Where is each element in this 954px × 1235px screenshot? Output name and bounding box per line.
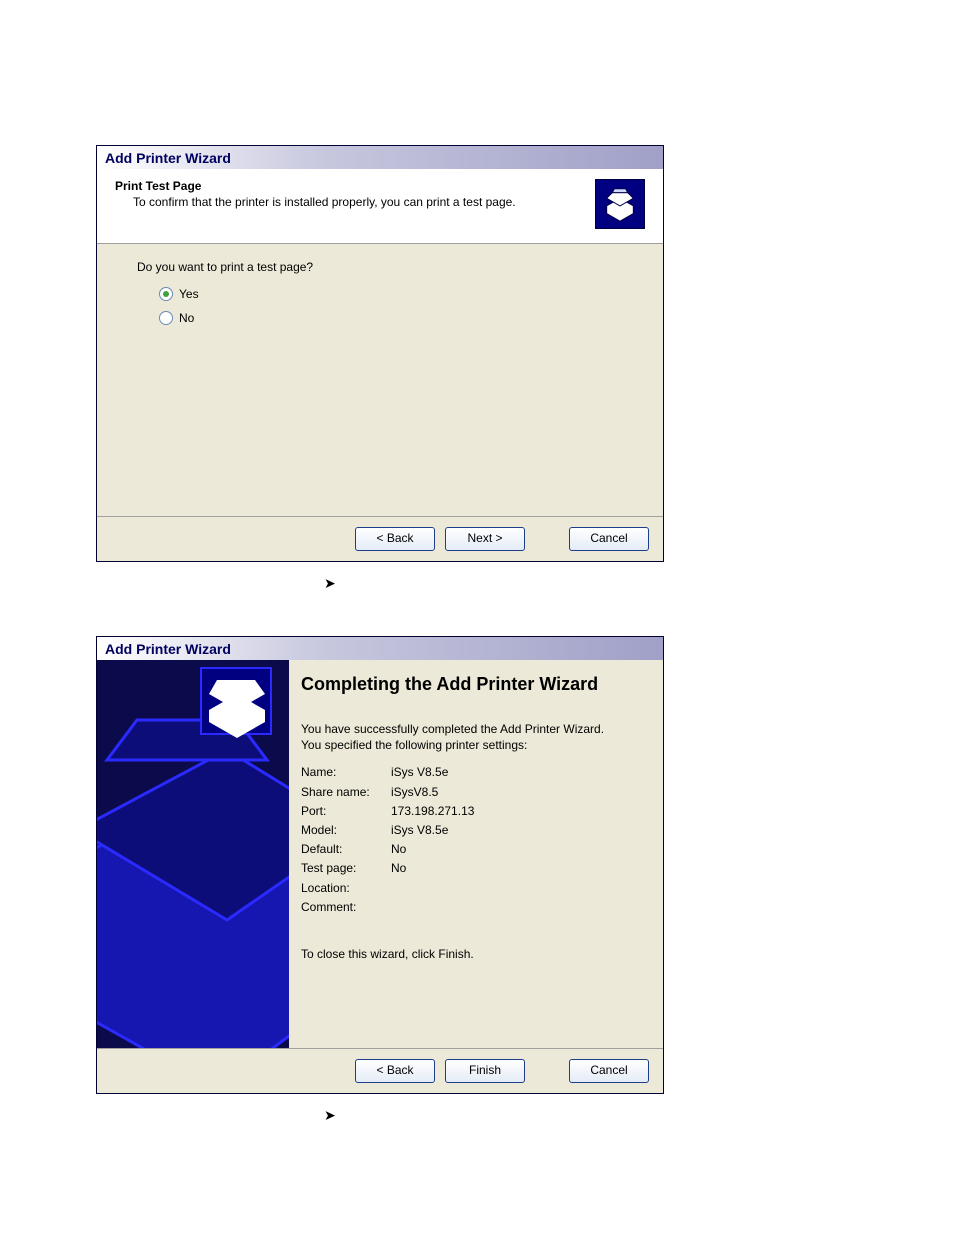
- setting-share: Share name: iSysV8.5: [301, 783, 649, 802]
- label-name: Name:: [301, 763, 391, 782]
- header-pane: Print Test Page To confirm that the prin…: [97, 169, 663, 244]
- back-button[interactable]: < Back: [355, 527, 435, 551]
- finish-button[interactable]: Finish: [445, 1059, 525, 1083]
- value-name: iSys V8.5e: [391, 763, 448, 782]
- back-button[interactable]: < Back: [355, 1059, 435, 1083]
- button-row: < Back Next > Cancel: [97, 516, 663, 561]
- titlebar[interactable]: Add Printer Wizard: [97, 146, 663, 169]
- value-default: No: [391, 840, 406, 859]
- label-location: Location:: [301, 879, 391, 898]
- step-subheading: To confirm that the printer is installed…: [133, 195, 516, 209]
- arrow-icon: ➤: [324, 1108, 954, 1122]
- close-text: To close this wizard, click Finish.: [301, 947, 649, 961]
- label-comment: Comment:: [301, 898, 391, 917]
- radio-yes[interactable]: [159, 287, 173, 301]
- completion-dialog: Add Printer Wizard Completing the Add Pr…: [96, 636, 664, 1094]
- radio-no-row[interactable]: No: [159, 306, 623, 330]
- completion-content: Completing the Add Printer Wizard You ha…: [289, 660, 663, 1048]
- setting-name: Name: iSys V8.5e: [301, 763, 649, 782]
- wizard-side-image: [97, 660, 289, 1048]
- printer-icon: [595, 179, 645, 229]
- body-pane: Do you want to print a test page? Yes No: [97, 244, 663, 516]
- radio-yes-label: Yes: [179, 287, 199, 301]
- next-button[interactable]: Next >: [445, 527, 525, 551]
- completion-intro-2: You specified the following printer sett…: [301, 737, 649, 753]
- radio-no-label: No: [179, 311, 194, 325]
- dialog-title: Add Printer Wizard: [105, 150, 231, 166]
- cancel-button[interactable]: Cancel: [569, 527, 649, 551]
- label-port: Port:: [301, 802, 391, 821]
- button-row: < Back Finish Cancel: [97, 1048, 663, 1093]
- label-share: Share name:: [301, 783, 391, 802]
- setting-port: Port: 173.198.271.13: [301, 802, 649, 821]
- setting-comment: Comment:: [301, 898, 649, 917]
- value-model: iSys V8.5e: [391, 821, 448, 840]
- label-test: Test page:: [301, 859, 391, 878]
- setting-location: Location:: [301, 879, 649, 898]
- dialog-title: Add Printer Wizard: [105, 641, 231, 657]
- completion-intro-1: You have successfully completed the Add …: [301, 721, 649, 737]
- label-default: Default:: [301, 840, 391, 859]
- radio-yes-row[interactable]: Yes: [159, 282, 623, 306]
- step-heading: Print Test Page: [115, 179, 516, 193]
- setting-test: Test page: No: [301, 859, 649, 878]
- value-test: No: [391, 859, 406, 878]
- label-model: Model:: [301, 821, 391, 840]
- cancel-button[interactable]: Cancel: [569, 1059, 649, 1083]
- value-share: iSysV8.5: [391, 783, 438, 802]
- print-test-page-dialog: Add Printer Wizard Print Test Page To co…: [96, 145, 664, 562]
- value-port: 173.198.271.13: [391, 802, 474, 821]
- completion-heading: Completing the Add Printer Wizard: [301, 674, 649, 695]
- setting-model: Model: iSys V8.5e: [301, 821, 649, 840]
- setting-default: Default: No: [301, 840, 649, 859]
- titlebar[interactable]: Add Printer Wizard: [97, 637, 663, 660]
- arrow-icon: ➤: [324, 576, 954, 590]
- radio-no[interactable]: [159, 311, 173, 325]
- question-text: Do you want to print a test page?: [137, 260, 623, 274]
